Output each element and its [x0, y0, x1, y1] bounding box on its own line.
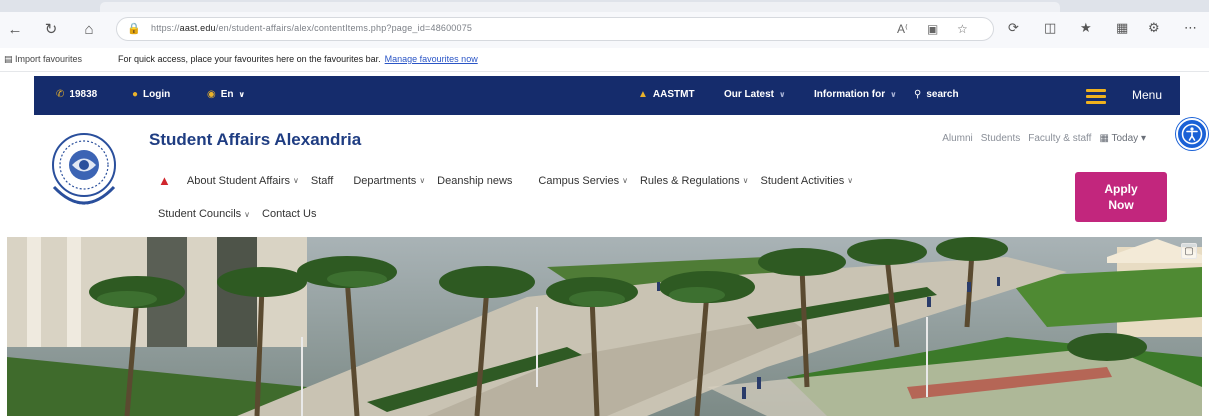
quick-link-alumni[interactable]: Alumni [942, 133, 973, 144]
expand-icon[interactable]: ▢ [1181, 243, 1197, 259]
university-icon: ▲ [638, 89, 648, 100]
site-topbar: ✆ 19838 ● Login ◉ En ∨ ▲ AASTMT Our Latest ∨ I… [34, 76, 1180, 115]
apply-line-2: Now [1108, 198, 1134, 212]
star-icon[interactable]: ☆ [957, 22, 968, 36]
site-title[interactable]: Student Affairs Alexandria [149, 130, 361, 150]
chevron-down-icon: ∨ [742, 176, 749, 185]
browser-toolbar: ← ↻ ⌂ 🔒 https://aast.edu/en/student-affa… [0, 0, 1209, 48]
back-icon[interactable]: ← [4, 18, 26, 40]
accessibility-icon [1181, 123, 1203, 145]
chevron-down-icon: ∨ [244, 209, 251, 219]
login-link[interactable]: ● Login [132, 89, 170, 100]
menu-button[interactable]: Menu [1132, 88, 1162, 102]
nav-departments[interactable]: Departments ∨ [353, 175, 425, 187]
search-link[interactable]: ⚲ search [914, 89, 959, 100]
url-text[interactable]: https://aast.edu/en/student-affairs/alex… [151, 23, 472, 33]
caret-down-icon: ▾ [1140, 133, 1146, 144]
search-icon: ⚲ [914, 89, 922, 100]
refresh-icon[interactable]: ⟳ [1008, 20, 1019, 36]
tab-strip [0, 0, 1209, 12]
chevron-down-icon: ∨ [890, 90, 897, 99]
favorites-icon[interactable]: ★ [1080, 20, 1092, 36]
hero-campus-image: ▢ [7, 237, 1202, 416]
phone-link[interactable]: ✆ 19838 [56, 89, 97, 100]
information-for-menu[interactable]: Information for ∨ [814, 89, 897, 100]
address-bar[interactable]: 🔒 https://aast.edu/en/student-affairs/al… [116, 17, 994, 41]
collections-icon[interactable]: ▦ [1116, 20, 1128, 36]
user-icon: ● [132, 89, 139, 100]
globe-icon: ◉ [207, 89, 216, 100]
apply-line-1: Apply [1104, 182, 1138, 196]
our-latest-menu[interactable]: Our Latest ∨ [724, 89, 786, 100]
apply-now-button[interactable]: Apply Now [1075, 172, 1167, 222]
quick-link-faculty[interactable]: Faculty & staff [1028, 133, 1091, 144]
nav-staff[interactable]: Staff [311, 175, 333, 187]
import-icon: ▤ [4, 54, 13, 64]
quick-links: Alumni Students Faculty & staff ▦ Today … [942, 133, 1146, 144]
quick-link-students[interactable]: Students [981, 133, 1020, 144]
accessibility-button[interactable] [1176, 118, 1208, 150]
split-screen-icon[interactable]: ◫ [1044, 20, 1056, 36]
aast-logo[interactable] [48, 127, 120, 219]
calendar-icon: ▦ [1099, 133, 1109, 144]
aastmt-link[interactable]: ▲ AASTMT [638, 89, 695, 100]
nav-campus-services[interactable]: Campus Servies ∨ [538, 175, 628, 187]
read-aloud-icon[interactable]: A⁽ [897, 22, 908, 36]
browser-nav-toolbar: ← ↻ ⌂ 🔒 https://aast.edu/en/student-affa… [0, 14, 1209, 44]
site-header: Student Affairs Alexandria Alumni Studen… [34, 115, 1180, 237]
nav-student-activities[interactable]: Student Activities ∨ [760, 175, 853, 187]
menu-hamburger-icon[interactable] [1086, 89, 1106, 104]
nav-deanship-news[interactable]: Deanship news [437, 175, 512, 187]
nav-rules-regulations[interactable]: Rules & Regulations ∨ [640, 175, 749, 187]
home-icon[interactable]: ▲ [158, 173, 171, 188]
chevron-down-icon: ∨ [779, 90, 786, 99]
nav-student-councils[interactable]: Student Councils ∨ [158, 208, 250, 220]
nav-about-student-affairs[interactable]: About Student Affairs ∨ [187, 175, 299, 187]
chevron-down-icon: ∨ [293, 176, 299, 185]
favourites-message: For quick access, place your favourites … [118, 54, 478, 64]
extensions-icon[interactable]: ⚙ [1148, 20, 1160, 36]
active-tab[interactable] [100, 2, 1060, 12]
tab-icon[interactable]: ▣ [927, 22, 938, 36]
import-favourites[interactable]: ▤ Import favourites [4, 54, 82, 65]
home-icon[interactable]: ⌂ [78, 18, 100, 40]
manage-favourites-link[interactable]: Manage favourites now [385, 54, 478, 64]
language-selector[interactable]: ◉ En ∨ [207, 89, 245, 100]
chevron-down-icon: ∨ [419, 176, 426, 185]
chevron-down-icon: ∨ [847, 176, 854, 185]
more-icon[interactable]: ⋯ [1184, 20, 1197, 36]
today-dropdown[interactable]: ▦ Today ▾ [1099, 133, 1146, 144]
phone-icon: ✆ [56, 89, 65, 100]
chevron-down-icon: ∨ [622, 176, 628, 185]
favourites-bar: ▤ Import favourites For quick access, pl… [0, 48, 1209, 72]
nav-contact-us[interactable]: Contact Us [262, 208, 316, 220]
campus-photo [7, 237, 1202, 416]
lock-icon[interactable]: 🔒 [127, 22, 141, 35]
refresh-icon[interactable]: ↻ [40, 18, 62, 40]
chevron-down-icon: ∨ [238, 90, 246, 99]
